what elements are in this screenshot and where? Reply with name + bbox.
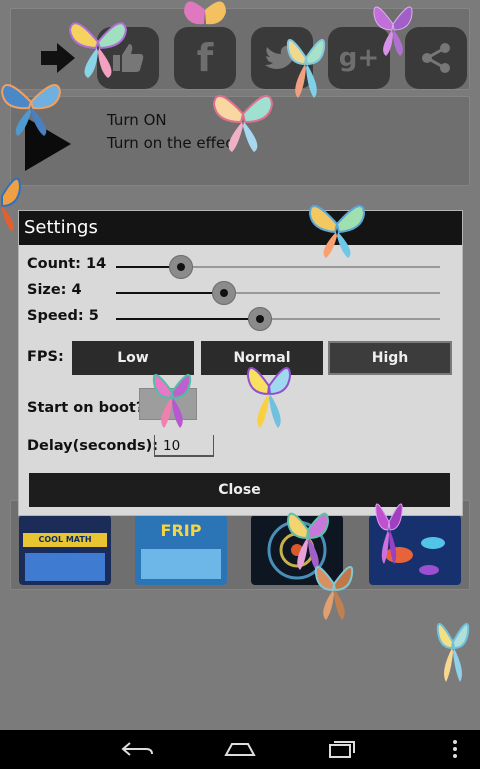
speed-slider[interactable] [116,307,440,331]
butterfly-icon [212,95,274,152]
delay-label: Delay(seconds): [27,438,159,454]
system-nav-bar [0,730,480,769]
butterfly-icon [308,205,366,258]
count-label: Count: 14 [27,256,107,272]
app-screen: f g+ Turn ON Turn on the effec COOL MATH… [0,0,480,730]
size-slider[interactable] [116,281,440,305]
butterfly-icon [68,22,128,78]
facebook-icon[interactable]: f [174,27,236,89]
fps-high-button[interactable]: High [328,341,452,375]
boot-label: Start on boot? [27,400,145,416]
recents-icon[interactable] [322,734,362,764]
count-slider[interactable] [116,255,440,279]
size-slider-thumb[interactable] [212,281,236,305]
butterfly-icon [314,565,354,620]
butterfly-icon [152,373,192,428]
butterfly-icon [1,177,22,232]
home-icon[interactable] [220,734,260,764]
back-icon[interactable] [118,734,158,764]
size-label: Size: 4 [27,282,82,298]
speed-label: Speed: 5 [27,308,99,324]
butterfly-icon [246,367,292,428]
app-name: FRIP [160,521,202,540]
app-name: COOL MATH GAMES [23,533,107,558]
app-thumbnail-frip[interactable]: FRIP [135,515,227,585]
butterfly-icon [184,1,226,25]
butterfly-icon [0,83,62,136]
count-slider-thumb[interactable] [169,255,193,279]
menu-icon[interactable] [440,734,470,764]
butterfly-icon [286,39,326,98]
butterfly-icon [375,503,403,564]
settings-dialog: Settings Count: 14 Size: 4 Speed: 5 FPS:… [18,210,463,516]
butterfly-icon [436,623,470,682]
speed-slider-thumb[interactable] [248,307,272,331]
butterfly-icon [373,6,413,56]
delay-input[interactable]: 10 [154,435,214,457]
turn-on-title: Turn ON [107,111,167,129]
app-thumbnail-cool-math[interactable]: COOL MATH GAMES [19,515,111,585]
dialog-title: Settings [19,211,462,245]
fps-label: FPS: [27,349,64,365]
